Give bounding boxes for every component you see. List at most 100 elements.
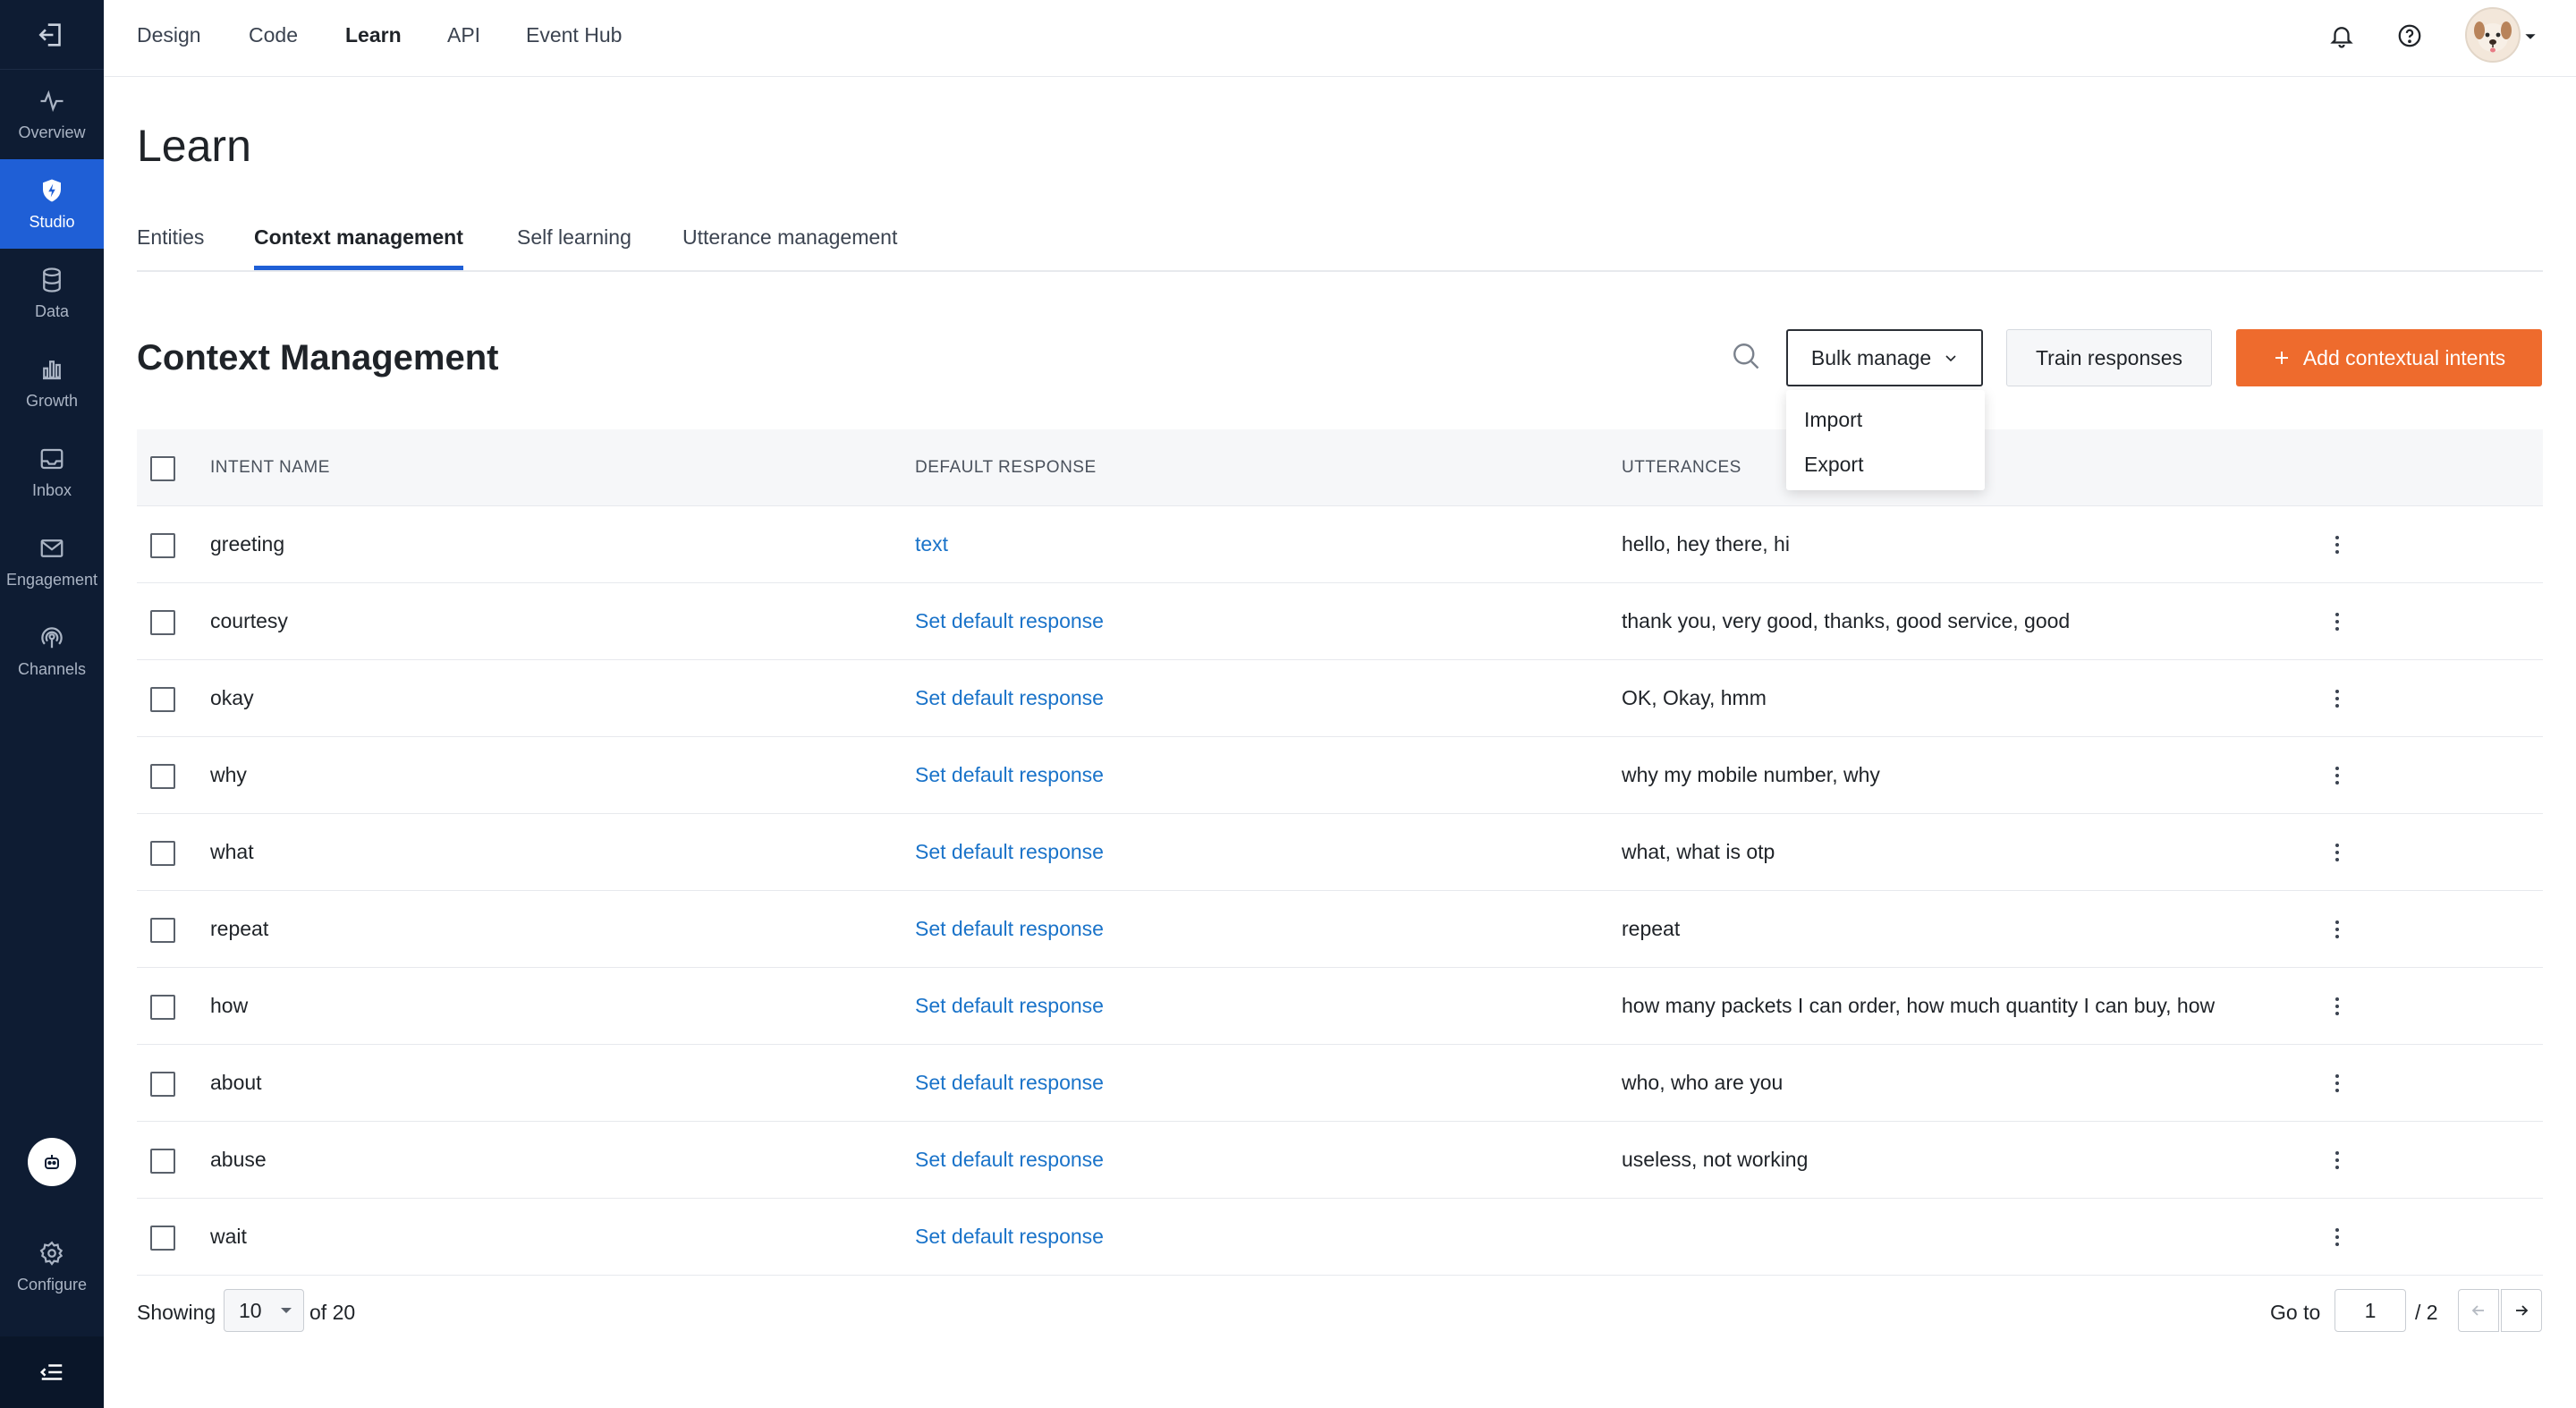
sidebar-item-label: Inbox [31, 480, 72, 499]
search-icon [1733, 344, 1759, 369]
shield-bolt-icon [43, 179, 61, 201]
row-checkbox[interactable] [150, 764, 175, 789]
default-response-link[interactable]: Set default response [915, 917, 1104, 941]
default-response-link[interactable]: text [915, 532, 948, 556]
column-header-default-response: DEFAULT RESPONSE [915, 458, 1097, 477]
page-size-select[interactable]: 10 [224, 1289, 304, 1332]
intent-name-cell: how [210, 994, 249, 1017]
more-vertical-icon [2335, 536, 2339, 554]
default-response-link[interactable]: Set default response [915, 1225, 1104, 1249]
row-actions-button[interactable] [2328, 530, 2346, 560]
row-actions-button[interactable] [2328, 1145, 2346, 1175]
nav-api[interactable]: API [447, 23, 480, 47]
row-actions-button[interactable] [2328, 991, 2346, 1022]
sidebar-item-engagement[interactable]: Engagement [0, 517, 104, 606]
nav-design[interactable]: Design [137, 23, 201, 47]
intent-name-cell: okay [210, 686, 254, 709]
section-title: Context Management [137, 338, 499, 377]
table-row: okay Set default response OK, Okay, hmm [137, 660, 2543, 737]
table-header: INTENT NAME DEFAULT RESPONSE UTTERANCES [137, 429, 2543, 506]
more-vertical-icon [2335, 613, 2339, 631]
tab-context-management[interactable]: Context management [254, 225, 463, 270]
table-row: abuse Set default response useless, not … [137, 1122, 2543, 1199]
notifications-button[interactable] [2324, 18, 2360, 54]
column-header-utterances: UTTERANCES [1622, 458, 1741, 477]
table-row: repeat Set default response repeat [137, 891, 2543, 968]
broadcast-icon [41, 626, 63, 648]
row-actions-button[interactable] [2328, 1222, 2346, 1252]
dog-avatar-icon [2474, 21, 2512, 53]
goto-label: Go to [2270, 1301, 2321, 1324]
default-response-link[interactable]: Set default response [915, 1071, 1104, 1095]
row-actions-button[interactable] [2328, 606, 2346, 637]
page-size-value: 10 [239, 1298, 262, 1322]
sidebar-item-growth[interactable]: Growth [0, 338, 104, 428]
sidebar-item-channels[interactable]: Channels [0, 606, 104, 696]
sidebar-item-label: Channels [17, 659, 87, 678]
default-response-link[interactable]: Set default response [915, 1148, 1104, 1172]
sidebar-item-label: Studio [29, 212, 75, 231]
more-vertical-icon [2335, 844, 2339, 861]
row-checkbox[interactable] [150, 1072, 175, 1097]
total-count: of 20 [309, 1301, 356, 1324]
row-checkbox[interactable] [150, 533, 175, 558]
arrow-right-icon [2516, 1305, 2529, 1316]
row-actions-button[interactable] [2328, 914, 2346, 945]
menu-item-import[interactable]: Import [1804, 408, 1862, 432]
tab-entities[interactable]: Entities [137, 225, 204, 266]
exit-button[interactable] [0, 0, 104, 70]
row-actions-button[interactable] [2328, 683, 2346, 714]
tab-self-learning[interactable]: Self learning [517, 225, 631, 266]
help-button[interactable] [2392, 18, 2428, 54]
nav-learn[interactable]: Learn [345, 23, 402, 47]
row-checkbox[interactable] [150, 1149, 175, 1174]
sidebar-item-studio[interactable]: Studio [0, 159, 104, 249]
default-response-link[interactable]: Set default response [915, 763, 1104, 787]
bulk-manage-button[interactable]: Bulk manage [1786, 329, 1983, 386]
bulk-manage-dropdown: Import Export [1786, 390, 1985, 490]
chevron-down-icon[interactable] [2524, 30, 2537, 43]
row-checkbox[interactable] [150, 610, 175, 635]
sidebar-item-configure[interactable]: Configure [0, 1222, 104, 1311]
next-page-button[interactable] [2501, 1289, 2542, 1332]
row-actions-button[interactable] [2328, 760, 2346, 791]
row-checkbox[interactable] [150, 995, 175, 1020]
row-actions-button[interactable] [2328, 837, 2346, 868]
user-avatar[interactable] [2465, 7, 2521, 63]
previous-page-button[interactable] [2458, 1289, 2499, 1332]
showing-label: Showing [137, 1301, 216, 1324]
nav-code[interactable]: Code [249, 23, 298, 47]
sidebar-item-label: Configure [16, 1275, 88, 1293]
row-checkbox[interactable] [150, 1226, 175, 1251]
sidebar-item-inbox[interactable]: Inbox [0, 428, 104, 517]
goto-page-input[interactable]: 1 [2334, 1289, 2406, 1332]
default-response-link[interactable]: Set default response [915, 840, 1104, 864]
default-response-link[interactable]: Set default response [915, 609, 1104, 633]
collapse-sidebar-button[interactable] [0, 1336, 104, 1408]
select-all-checkbox[interactable] [150, 456, 175, 481]
sidebar-item-label: Engagement [5, 570, 98, 589]
row-checkbox[interactable] [150, 918, 175, 943]
row-actions-button[interactable] [2328, 1068, 2346, 1098]
column-header-intent-name: INTENT NAME [210, 458, 330, 477]
train-responses-button[interactable]: Train responses [2006, 329, 2212, 386]
caret-down-icon [280, 1308, 292, 1313]
menu-item-export[interactable]: Export [1804, 453, 1863, 477]
default-response-link[interactable]: Set default response [915, 994, 1104, 1018]
more-vertical-icon [2335, 767, 2339, 785]
intent-name-cell: repeat [210, 917, 269, 940]
sidebar-item-overview[interactable]: Overview [0, 70, 104, 159]
sidebar-item-data[interactable]: Data [0, 249, 104, 338]
table-row: about Set default response who, who are … [137, 1045, 2543, 1122]
default-response-link[interactable]: Set default response [915, 686, 1104, 710]
bot-avatar-button[interactable] [28, 1138, 76, 1186]
row-checkbox[interactable] [150, 687, 175, 712]
row-checkbox[interactable] [150, 841, 175, 866]
add-contextual-intents-label: Add contextual intents [2302, 345, 2506, 369]
sidebar-item-label: Growth [25, 391, 79, 410]
add-contextual-intents-button[interactable]: Add contextual intents [2236, 329, 2542, 386]
chevron-down-icon [1945, 355, 1956, 362]
search-button[interactable] [1726, 336, 1766, 376]
nav-event-hub[interactable]: Event Hub [526, 23, 622, 47]
tab-utterance-management[interactable]: Utterance management [682, 225, 897, 266]
